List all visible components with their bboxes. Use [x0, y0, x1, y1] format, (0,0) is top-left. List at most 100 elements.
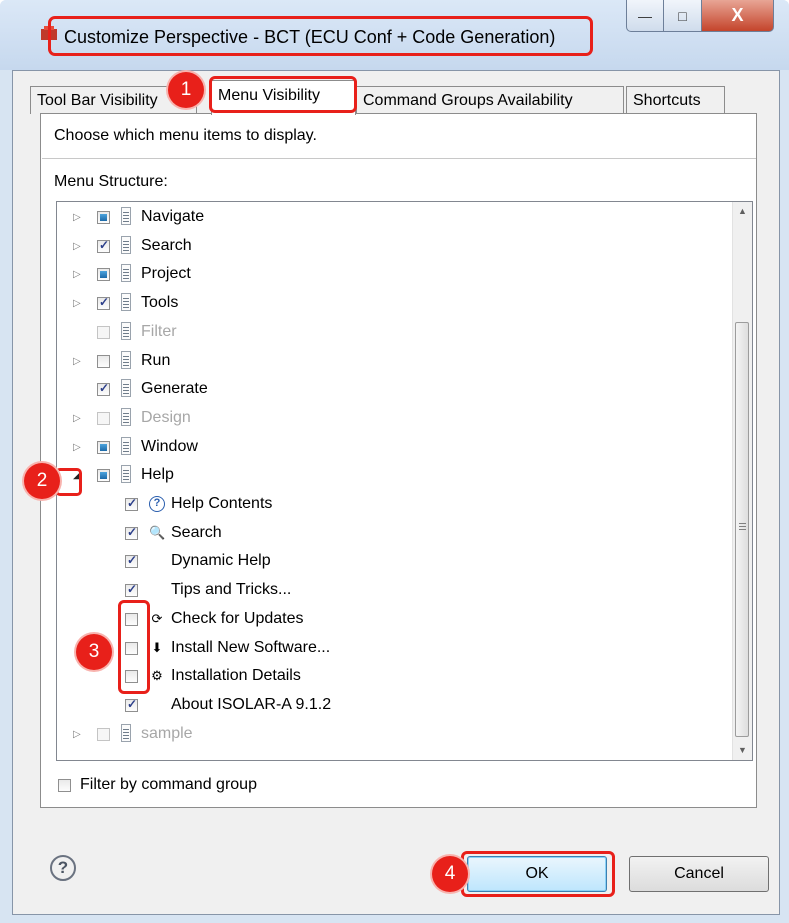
minimize-button[interactable]: — [626, 0, 664, 32]
item-checkbox[interactable] [97, 381, 110, 397]
annotation-badge-1: 1 [168, 72, 204, 108]
tree-item-label: Search [141, 236, 192, 254]
tree-item-sample[interactable]: ▷ sample [57, 721, 733, 749]
tree-item-search[interactable]: 🔍 Search [57, 520, 733, 548]
tree-item-dynamic-help[interactable]: Dynamic Help [57, 548, 733, 576]
menu-structure-tree[interactable]: ▲ ▼ ▷ Navigate ▷ Search ▷ Project ▷ Tools Filter… [56, 201, 753, 761]
menu-icon [121, 264, 131, 283]
help-button[interactable]: ? [50, 855, 76, 881]
menu-icon [121, 207, 131, 225]
tab-label: Tool Bar Visibility [37, 92, 158, 109]
checkbox-highlight [118, 600, 150, 694]
filter-label: Filter by command group [80, 776, 257, 793]
menu-structure-label: Menu Structure: [54, 173, 168, 190]
help-icon: ? [149, 496, 165, 512]
item-checkbox[interactable] [97, 268, 110, 282]
tree-item-filter[interactable]: Filter [57, 319, 733, 347]
tree-item-design[interactable]: ▷ Design [57, 405, 733, 433]
menu-icon [121, 407, 131, 426]
ok-highlight [461, 851, 615, 897]
item-checkbox[interactable] [125, 496, 138, 511]
menu-icon [121, 465, 131, 484]
item-checkbox[interactable] [97, 354, 110, 368]
tree-item-label: sample [141, 724, 193, 742]
panel-description: Choose which menu items to display. [54, 127, 317, 144]
tree-item-label: Window [141, 437, 198, 455]
tree-item-check-for-updates[interactable]: ⟳ Check for Updates [57, 606, 733, 634]
tree-item-project[interactable]: ▷ Project [57, 261, 733, 289]
item-checkbox[interactable] [97, 469, 110, 483]
collapsed-arrow-icon[interactable]: ▷ [73, 269, 85, 281]
vertical-scrollbar[interactable]: ▲ ▼ [732, 202, 752, 760]
annotation-badge-2: 2 [24, 463, 60, 499]
item-checkbox[interactable] [97, 295, 110, 311]
menu-icon [121, 321, 131, 340]
scroll-down-button[interactable]: ▼ [733, 741, 752, 760]
tab-label: Shortcuts [633, 92, 701, 109]
annotation-badge-4: 4 [432, 856, 468, 892]
tree-item-label: About ISOLAR-A 9.1.2 [171, 695, 332, 713]
tree-item-run[interactable]: ▷ Run [57, 348, 733, 376]
filter-checkbox[interactable] [58, 779, 71, 792]
menu-icon [121, 293, 131, 312]
collapsed-arrow-icon[interactable]: ▷ [73, 413, 85, 425]
title-highlight [48, 16, 593, 56]
tab-shortcuts[interactable]: Shortcuts [626, 86, 725, 114]
tree-item-label: Installation Details [171, 667, 301, 685]
update-icon: ⟳ [151, 610, 163, 626]
menu-icon [121, 436, 131, 455]
collapsed-arrow-icon[interactable]: ▷ [73, 356, 85, 368]
tree-item-label: Tips and Tricks... [171, 581, 292, 599]
cancel-button[interactable]: Cancel [629, 856, 769, 892]
search-icon: 🔍 [149, 524, 166, 540]
tree-item-label: Help Contents [171, 495, 273, 512]
tree-item-help[interactable]: ◢ Help [57, 462, 733, 490]
tab-label: Command Groups Availability [363, 92, 573, 109]
item-checkbox[interactable] [97, 211, 110, 224]
tree-item-label: Generate [141, 380, 208, 398]
item-checkbox[interactable] [125, 553, 138, 569]
tree-item-label: Help [141, 466, 174, 484]
item-checkbox[interactable] [125, 697, 138, 712]
item-checkbox[interactable] [125, 582, 138, 598]
item-checkbox[interactable] [97, 238, 110, 253]
tree-item-installation-details[interactable]: ⚙ Installation Details [57, 663, 733, 691]
maximize-button[interactable]: □ [664, 0, 702, 32]
collapsed-arrow-icon[interactable]: ▷ [73, 212, 85, 224]
tree-item-tools[interactable]: ▷ Tools [57, 290, 733, 318]
collapsed-arrow-icon[interactable]: ▷ [73, 729, 85, 741]
tree-item-navigate[interactable]: ▷ Navigate [57, 204, 733, 232]
tree-item-about-isolar-a-9-1-2[interactable]: About ISOLAR-A 9.1.2 [57, 692, 733, 720]
tree-item-label: Filter [141, 322, 177, 340]
scroll-grip-icon [739, 523, 746, 524]
install-icon: ⬇ [151, 639, 163, 655]
item-checkbox[interactable] [97, 727, 110, 741]
tree-item-install-new-software[interactable]: ⬇ Install New Software... [57, 635, 733, 663]
item-checkbox[interactable] [97, 325, 110, 339]
tree-item-label: Check for Updates [171, 609, 304, 627]
tree-item-window[interactable]: ▷ Window [57, 434, 733, 462]
tree-item-tips-and-tricks[interactable]: Tips and Tricks... [57, 577, 733, 605]
tree-item-label: Install New Software... [171, 638, 331, 656]
tree-item-label: Search [171, 523, 222, 541]
collapsed-arrow-icon[interactable]: ▷ [73, 442, 85, 454]
tab-highlight [209, 76, 357, 113]
tree-item-generate[interactable]: Generate [57, 376, 733, 404]
close-button[interactable]: X [702, 0, 774, 32]
title-bar[interactable]: Customize Perspective - BCT (ECU Conf + … [0, 0, 789, 70]
item-checkbox[interactable] [97, 411, 110, 425]
item-checkbox[interactable] [125, 525, 138, 540]
collapsed-arrow-icon[interactable]: ▷ [73, 298, 85, 310]
menu-icon [121, 235, 131, 254]
window-controls: — □ X [626, 0, 774, 34]
details-icon: ⚙ [151, 668, 163, 684]
dialog-window: Customize Perspective - BCT (ECU Conf + … [0, 0, 789, 923]
scroll-up-button[interactable]: ▲ [733, 202, 752, 221]
item-checkbox[interactable] [97, 440, 110, 454]
tree-item-search[interactable]: ▷ Search [57, 233, 733, 261]
tree-item-label: Run [141, 351, 171, 369]
tree-item-help-contents[interactable]: ? Help Contents [57, 491, 733, 519]
tab-command-groups-availability[interactable]: Command Groups Availability [356, 86, 624, 114]
scroll-thumb[interactable] [735, 322, 749, 737]
collapsed-arrow-icon[interactable]: ▷ [73, 241, 85, 253]
